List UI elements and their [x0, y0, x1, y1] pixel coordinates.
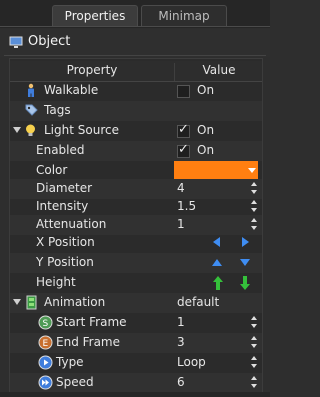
header-divider — [4, 55, 266, 56]
end-frame-icon: E — [38, 335, 53, 350]
enabled-value: On — [197, 143, 215, 157]
height-label: Height — [36, 275, 76, 289]
start-frame-spinner[interactable] — [250, 316, 258, 330]
tab-minimap[interactable]: Minimap — [141, 5, 227, 27]
diameter-label: Diameter — [36, 181, 93, 195]
intensity-label: Intensity — [36, 199, 89, 213]
end-frame-input[interactable]: 3 — [177, 335, 185, 349]
svg-text:S: S — [43, 319, 49, 329]
tags-label: Tags — [44, 103, 71, 117]
property-table: Property Value Walkable On Tags Light So… — [9, 58, 263, 394]
chevron-down-icon[interactable] — [248, 168, 256, 173]
intensity-input[interactable]: 1.5 — [177, 199, 196, 213]
column-value-header: Value — [174, 63, 263, 81]
lightbulb-icon — [26, 124, 35, 136]
start-frame-input[interactable]: 1 — [177, 315, 185, 329]
walkable-label: Walkable — [44, 83, 99, 97]
column-property-header: Property — [66, 63, 118, 77]
arrow-right-icon[interactable] — [242, 237, 249, 247]
panel-title: Object — [28, 34, 71, 49]
row-end-frame: E End Frame 3 — [10, 333, 262, 353]
animation-label: Animation — [44, 295, 106, 309]
row-color: Color — [10, 161, 262, 181]
enabled-label: Enabled — [36, 143, 85, 157]
row-speed: Speed 6 — [10, 373, 262, 393]
walkable-value: On — [197, 83, 215, 97]
x-position-label: X Position — [36, 235, 95, 249]
attenuation-label: Attenuation — [36, 217, 107, 231]
row-walkable: Walkable On — [10, 81, 262, 101]
tag-icon — [25, 104, 38, 116]
svg-text:E: E — [43, 339, 49, 349]
arrow-up-icon[interactable] — [212, 259, 222, 266]
light-source-checkbox[interactable] — [177, 122, 190, 138]
type-select[interactable]: Loop — [177, 355, 206, 369]
light-source-label: Light Source — [44, 123, 119, 137]
monitor-icon — [9, 36, 23, 48]
bottom-edge — [0, 392, 270, 397]
chevron-down-icon[interactable] — [13, 127, 21, 133]
walkable-checkbox[interactable] — [177, 85, 190, 98]
row-y-position: Y Position — [10, 253, 262, 273]
speed-label: Speed — [56, 375, 94, 389]
row-light-source: Light Source On — [10, 121, 262, 141]
tab-divider — [0, 26, 270, 27]
start-frame-label: Start Frame — [56, 315, 127, 329]
animation-film-icon — [26, 295, 37, 310]
green-arrow-down-icon[interactable] — [240, 276, 250, 290]
row-type: Type Loop — [10, 353, 262, 373]
attenuation-input[interactable]: 1 — [177, 217, 185, 231]
row-start-frame: S Start Frame 1 — [10, 313, 262, 333]
type-spinner[interactable] — [250, 356, 258, 370]
row-height: Height — [10, 273, 262, 293]
speed-input[interactable]: 6 — [177, 375, 185, 389]
row-attenuation: Attenuation 1 — [10, 215, 262, 235]
row-x-position: X Position — [10, 233, 262, 253]
row-tags[interactable]: Tags — [10, 101, 262, 121]
type-label: Type — [56, 355, 84, 369]
play-icon — [38, 355, 53, 370]
green-arrow-up-icon[interactable] — [213, 276, 223, 290]
arrow-left-icon[interactable] — [213, 237, 220, 247]
fast-forward-icon — [38, 375, 53, 390]
row-intensity: Intensity 1.5 — [10, 197, 262, 217]
arrow-down-icon[interactable] — [240, 259, 250, 266]
end-frame-label: End Frame — [56, 335, 121, 349]
end-frame-spinner[interactable] — [250, 336, 258, 350]
color-picker[interactable] — [174, 161, 258, 179]
row-animation: Animation default — [10, 293, 262, 313]
light-source-value: On — [197, 123, 215, 137]
table-header: Property Value — [10, 61, 262, 82]
diameter-input[interactable]: 4 — [177, 181, 185, 195]
walking-person-icon — [28, 83, 34, 97]
row-enabled: Enabled On — [10, 141, 262, 161]
animation-value[interactable]: default — [177, 295, 219, 309]
y-position-label: Y Position — [36, 255, 94, 269]
diameter-spinner[interactable] — [250, 182, 258, 196]
speed-spinner[interactable] — [250, 376, 258, 390]
color-label: Color — [36, 163, 68, 177]
attenuation-spinner[interactable] — [250, 218, 258, 232]
intensity-spinner[interactable] — [250, 200, 258, 214]
start-frame-icon: S — [38, 315, 53, 330]
row-diameter: Diameter 4 — [10, 179, 262, 199]
enabled-checkbox[interactable] — [177, 142, 190, 158]
tab-properties[interactable]: Properties — [52, 5, 138, 27]
chevron-down-icon[interactable] — [13, 299, 21, 305]
tab-bar: Properties Minimap — [0, 0, 270, 28]
